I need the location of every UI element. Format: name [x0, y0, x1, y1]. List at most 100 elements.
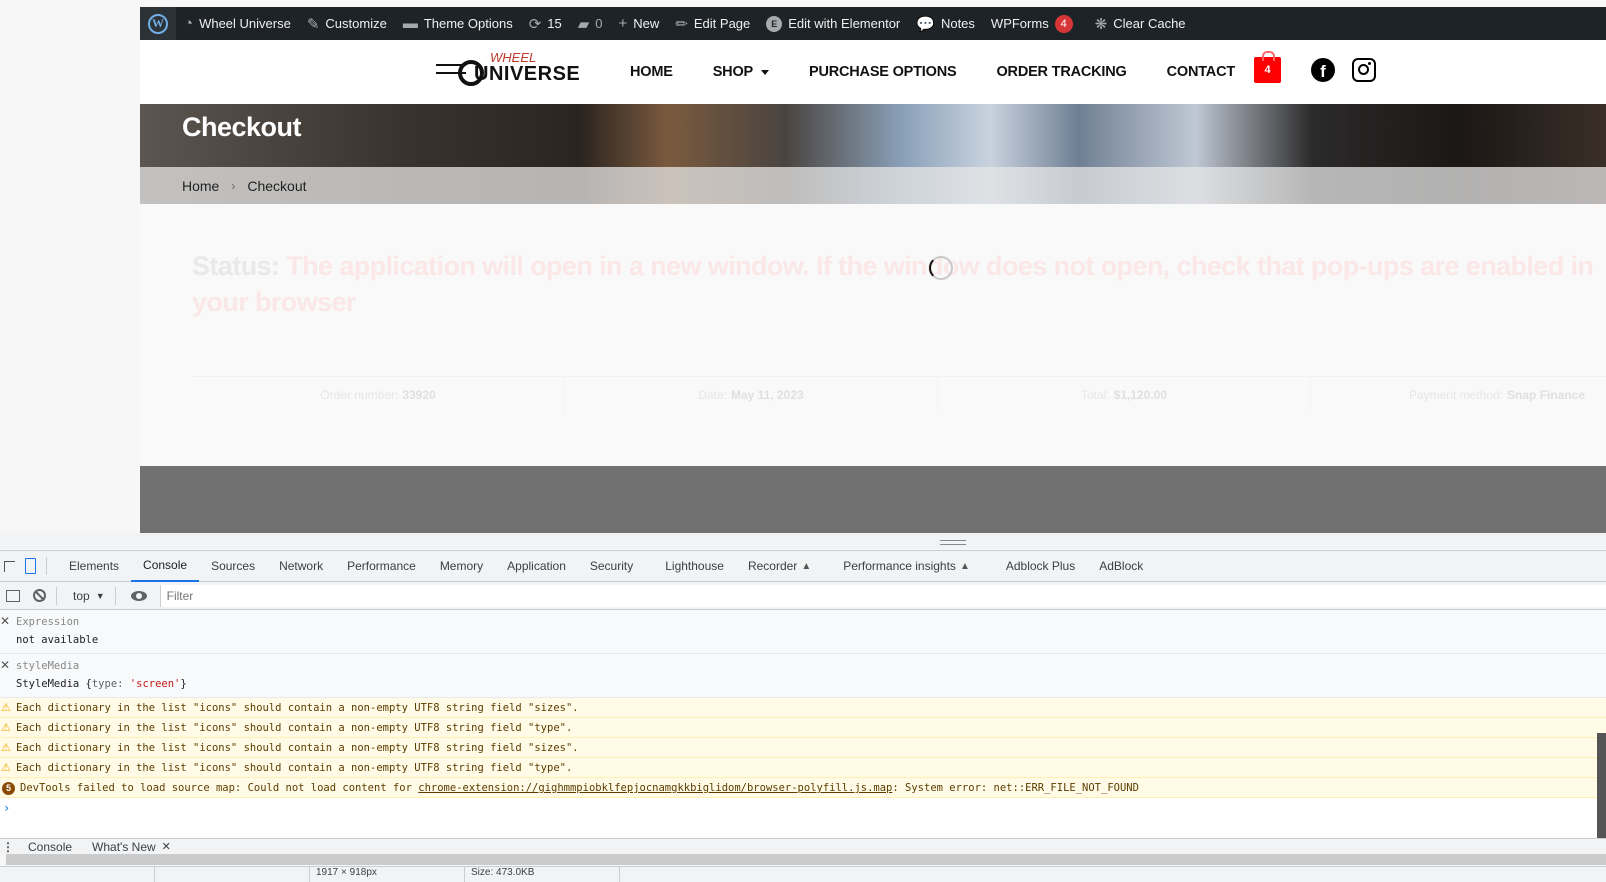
expression-name[interactable]: Expression: [16, 614, 1606, 631]
tab-lighthouse[interactable]: Lighthouse: [653, 551, 736, 582]
sidebar-toggle-icon[interactable]: [5, 588, 21, 604]
warning-icon: ⚠: [1, 741, 11, 754]
resize-handle-icon[interactable]: [940, 540, 966, 545]
page-hero: Checkout Home › Checkout: [140, 104, 1606, 204]
prompt-chevron-icon: ›: [3, 801, 11, 815]
console-prompt[interactable]: ›: [0, 798, 1606, 818]
tab-adblock-plus[interactable]: Adblock Plus: [994, 551, 1087, 582]
value-suffix: }: [180, 678, 187, 690]
order-number-label: Order number:: [320, 387, 399, 402]
flask-icon: ▲: [959, 560, 970, 572]
new-label: New: [633, 16, 660, 31]
tab-recorder[interactable]: Recorder ▲: [736, 551, 823, 582]
page-viewport: W ◔ Wheel Universe ✎ Customize ▬ Theme O…: [140, 7, 1606, 533]
warning-text: Each dictionary in the list "icons" shou…: [16, 762, 573, 774]
tab-performance-insights[interactable]: Performance insights ▲: [831, 551, 982, 582]
live-expression: ✕ Expression not available: [0, 610, 1606, 654]
value-key: type:: [91, 678, 130, 690]
order-number-value: 33920: [402, 387, 436, 402]
value-string: 'screen': [129, 678, 181, 690]
breadcrumb-home[interactable]: Home: [182, 178, 219, 194]
warning-text: Each dictionary in the list "icons" shou…: [16, 702, 579, 714]
dropdown-arrow-icon: ▼: [95, 590, 105, 601]
main-nav: HOME SHOP PURCHASE OPTIONS ORDER TRACKIN…: [630, 40, 1275, 104]
expression-name[interactable]: styleMedia: [16, 658, 1606, 675]
customize-link[interactable]: ✎ Customize: [299, 7, 395, 40]
order-number: Order number: 33920: [192, 377, 565, 412]
clear-cache-link[interactable]: ❋ Clear Cache: [1087, 7, 1194, 40]
payment-method-label: Payment method:: [1408, 387, 1504, 402]
wp-logo-menu[interactable]: W: [140, 7, 176, 40]
clear-console-icon[interactable]: [31, 588, 47, 604]
tab-performance[interactable]: Performance: [335, 551, 428, 582]
drawer-tabbar: ⋮ Console What's New ✕: [0, 838, 1606, 854]
tab-network[interactable]: Network: [267, 551, 335, 582]
edit-elementor-link[interactable]: E Edit with Elementor: [758, 7, 908, 40]
breadcrumb: Home › Checkout: [140, 167, 1606, 204]
console-sourcemap-error: 5 DevTools failed to load source map: Co…: [0, 778, 1606, 798]
payment-method-value: Snap Finance: [1507, 387, 1586, 402]
elementor-icon: E: [766, 15, 783, 32]
edit-page-link[interactable]: ✏ Edit Page: [667, 7, 758, 40]
expression-value: StyleMedia {type: 'screen'}: [16, 675, 1606, 693]
remove-expression-icon[interactable]: ✕: [0, 658, 10, 672]
nav-order-tracking[interactable]: ORDER TRACKING: [996, 64, 1126, 80]
theme-options-link[interactable]: ▬ Theme Options: [395, 7, 521, 40]
device-toolbar-icon[interactable]: [25, 558, 36, 574]
instagram-icon[interactable]: [1352, 58, 1376, 82]
error-prefix: DevTools failed to load source map: Coul…: [20, 782, 419, 794]
context-value: top: [73, 588, 90, 603]
facebook-icon[interactable]: f: [1311, 58, 1335, 82]
console-filter-input[interactable]: [159, 584, 1606, 607]
live-expression-eye-icon[interactable]: [130, 588, 147, 604]
nav-contact[interactable]: CONTACT: [1167, 64, 1236, 80]
cheetah-icon: ❋: [1094, 15, 1108, 33]
inspect-element-icon[interactable]: [4, 560, 15, 572]
close-icon[interactable]: ✕: [162, 840, 171, 853]
tab-memory[interactable]: Memory: [428, 551, 495, 582]
theme-options-label: Theme Options: [423, 16, 513, 31]
nav-purchase-options[interactable]: PURCHASE OPTIONS: [809, 64, 957, 80]
wp-admin-bar: W ◔ Wheel Universe ✎ Customize ▬ Theme O…: [140, 7, 1606, 40]
site-header: WHEEL UNIVERSE HOME SHOP PURCHASE OPTION…: [140, 40, 1606, 104]
value-prefix: StyleMedia {: [16, 678, 92, 690]
nav-home[interactable]: HOME: [630, 64, 673, 80]
tab-security[interactable]: Security: [578, 551, 645, 582]
warning-icon: ⚠: [1, 701, 11, 714]
error-suffix: : System error: net::ERR_FILE_NOT_FOUND: [892, 782, 1139, 794]
sourcemap-link[interactable]: chrome-extension://gighmmpiobklfepjocnam…: [418, 782, 892, 794]
context-selector[interactable]: top ▼: [67, 589, 111, 603]
drawer-scrollbar[interactable]: [6, 854, 1606, 865]
more-options-icon[interactable]: ⋮: [0, 840, 16, 854]
tab-application[interactable]: Application: [495, 551, 578, 582]
overlay-footer: [140, 466, 1606, 533]
updates-link[interactable]: ⟳ 15: [521, 7, 570, 40]
order-total-value: $1,120.00: [1113, 387, 1168, 402]
remove-expression-icon[interactable]: ✕: [0, 614, 10, 628]
nav-shop[interactable]: SHOP: [713, 64, 769, 80]
site-logo[interactable]: WHEEL UNIVERSE: [436, 50, 588, 86]
breadcrumb-separator: ›: [231, 178, 236, 193]
cart-button[interactable]: 4: [1254, 51, 1281, 83]
edit-elementor-label: Edit with Elementor: [788, 16, 901, 31]
comments-count: 0: [595, 16, 603, 31]
order-overview: Order number: 33920 Date: May 11, 2023 T…: [192, 376, 1606, 412]
tab-console[interactable]: Console: [131, 551, 200, 582]
customize-label: Customize: [325, 16, 387, 31]
tab-elements[interactable]: Elements: [57, 551, 131, 582]
order-total-label: Total:: [1080, 387, 1110, 402]
divider: [56, 586, 57, 605]
wpforms-menu[interactable]: WPForms 4: [983, 7, 1081, 40]
drawer-tab-whats-new[interactable]: What's New ✕: [80, 840, 179, 854]
comments-link[interactable]: ▰ 0: [570, 7, 611, 40]
site-name-menu[interactable]: ◔ Wheel Universe: [176, 7, 299, 40]
comment-icon: ▰: [577, 15, 590, 33]
order-payment-method: Payment method: Snap Finance: [1311, 377, 1606, 412]
tab-adblock[interactable]: AdBlock: [1087, 551, 1155, 582]
new-content-menu[interactable]: + New: [611, 7, 668, 40]
drawer-tab-console[interactable]: Console: [16, 840, 80, 854]
tab-sources[interactable]: Sources: [199, 551, 267, 582]
notes-link[interactable]: 💬 Notes: [908, 7, 983, 40]
devtools-resize-strip[interactable]: [0, 533, 1606, 549]
warning-icon: ⚠: [1, 761, 11, 774]
